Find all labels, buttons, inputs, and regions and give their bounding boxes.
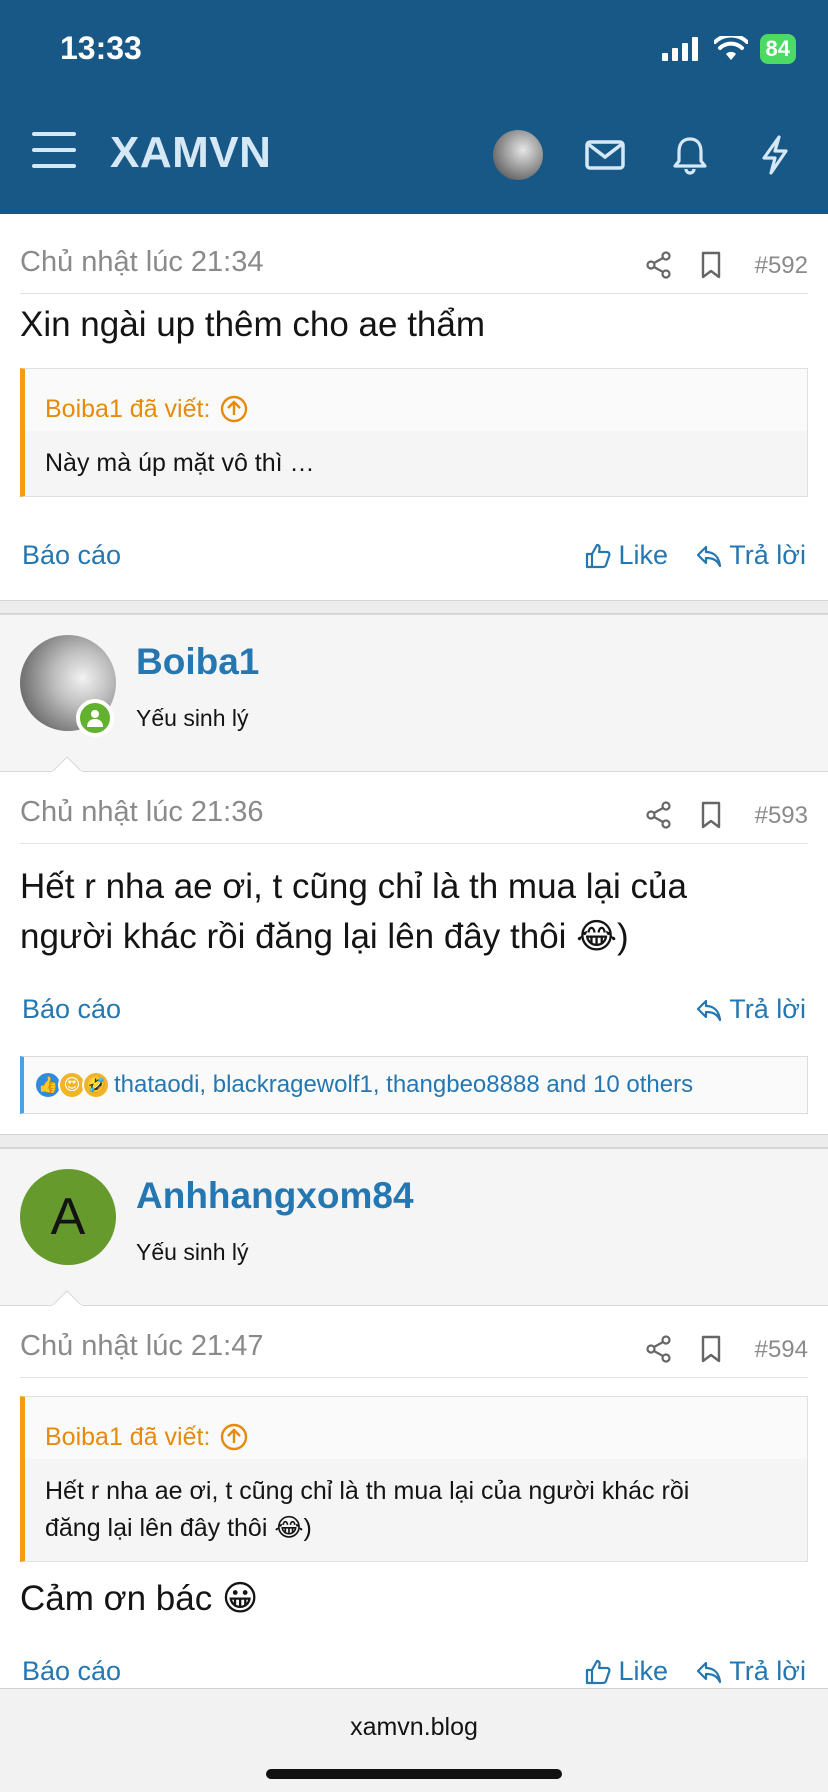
post-number[interactable]: #592	[755, 252, 808, 280]
post-message-line: Hết r nha ae ơi, t cũng chỉ là th mua lạ…	[20, 867, 687, 906]
post-593: Chủ nhật lúc 21:36 #593 Hết r nha ae ơi,…	[0, 772, 828, 1134]
wifi-icon	[713, 36, 748, 60]
share-icon[interactable]	[644, 800, 674, 830]
report-link[interactable]: Báo cáo	[22, 540, 121, 571]
home-indicator[interactable]	[266, 1769, 562, 1779]
post-user-block: Boiba1 Yếu sinh lý	[0, 614, 828, 772]
reactions-text[interactable]: thataodi, blackragewolf1, thangbeo8888 a…	[114, 1071, 693, 1099]
reply-icon	[697, 1661, 722, 1683]
report-link[interactable]: Báo cáo	[22, 1656, 121, 1687]
share-icon[interactable]	[644, 1334, 674, 1364]
haha-reaction-icon: 🤣	[82, 1071, 110, 1099]
quote-text-line: đăng lại lên đây thôi 😂)	[45, 1514, 312, 1542]
app-header: 13:33 84 XAMVN	[0, 0, 828, 214]
battery-indicator: 84	[759, 34, 796, 64]
reactions-bar[interactable]: 👍 😍 🤣 thataodi, blackragewolf1, thangbeo…	[20, 1056, 808, 1114]
post-actions: Báo cáo Trả lời	[22, 994, 806, 1034]
quote-author: Boiba1 đã viết:	[45, 394, 211, 423]
quote-header[interactable]: Boiba1 đã viết:	[25, 1397, 807, 1459]
post-message: Cảm ơn bác 😀	[20, 1579, 259, 1618]
post-meta: Chủ nhật lúc 21:34 #592	[20, 228, 808, 294]
user-avatar[interactable]: A	[20, 1169, 116, 1265]
bookmark-icon[interactable]	[696, 1334, 726, 1364]
thumbs-up-icon	[586, 543, 611, 568]
reply-label: Trả lời	[729, 994, 806, 1024]
user-pointer	[52, 1290, 82, 1306]
reply-button[interactable]: Trả lời	[695, 994, 806, 1025]
username[interactable]: Boiba1	[136, 641, 259, 683]
post-quote: Boiba1 đã viết: Này mà úp mặt vô thì …	[20, 368, 808, 497]
reply-button[interactable]: Trả lời	[695, 1656, 806, 1687]
reply-icon	[697, 999, 722, 1021]
like-label: Like	[618, 540, 668, 570]
post-594: Chủ nhật lúc 21:47 #594 Boiba1 đã viết: …	[0, 1306, 828, 1688]
report-link[interactable]: Báo cáo	[22, 994, 121, 1025]
jump-up-icon[interactable]	[220, 395, 248, 423]
post-divider	[0, 1134, 828, 1148]
post-592: Chủ nhật lúc 21:34 #592 Xin ngài up thêm…	[0, 214, 828, 600]
reply-label: Trả lời	[729, 540, 806, 570]
status-icons: 84	[661, 34, 796, 64]
avatar-initial: A	[50, 1188, 86, 1246]
thumbs-up-icon	[586, 1659, 611, 1684]
site-logo[interactable]: XAMVN	[110, 128, 271, 178]
status-time: 13:33	[60, 30, 142, 66]
signal-icon	[661, 37, 698, 61]
online-status-icon	[76, 699, 114, 737]
like-button[interactable]: Like	[584, 1656, 668, 1687]
quote-text: Này mà úp mặt vô thì …	[45, 449, 315, 477]
menu-button[interactable]	[32, 132, 76, 172]
url-text[interactable]: xamvn.blog	[0, 1713, 828, 1742]
bookmark-icon[interactable]	[696, 800, 726, 830]
like-button[interactable]: Like	[584, 540, 668, 571]
post-quote: Boiba1 đã viết: Hết r nha ae ơi, t cũng …	[20, 1396, 808, 1562]
jump-up-icon[interactable]	[220, 1423, 248, 1451]
inbox-icon[interactable]	[580, 130, 630, 180]
post-divider	[0, 600, 828, 614]
post-message: Hết r nha ae ơi, t cũng chỉ là th mua lạ…	[20, 862, 808, 962]
post-number[interactable]: #594	[755, 1336, 808, 1364]
like-label: Like	[618, 1656, 668, 1686]
post-meta: Chủ nhật lúc 21:36 #593	[20, 778, 808, 844]
bell-icon[interactable]	[665, 130, 715, 180]
reply-label: Trả lời	[729, 1656, 806, 1686]
browser-address-bar[interactable]: xamvn.blog	[0, 1688, 828, 1792]
user-title: Yếu sinh lý	[136, 705, 249, 731]
post-message: Xin ngài up thêm cho ae thẩm	[20, 305, 486, 344]
reply-button[interactable]: Trả lời	[695, 540, 806, 571]
post-number[interactable]: #593	[755, 802, 808, 830]
quote-text: Hết r nha ae ơi, t cũng chỉ là th mua lạ…	[25, 1459, 807, 1561]
whats-new-bolt-icon[interactable]	[750, 130, 800, 180]
user-pointer	[52, 756, 82, 772]
account-avatar[interactable]	[493, 130, 543, 180]
post-date[interactable]: Chủ nhật lúc 21:47	[20, 1330, 263, 1363]
quote-text-line: Hết r nha ae ơi, t cũng chỉ là th mua lạ…	[45, 1477, 690, 1505]
post-date[interactable]: Chủ nhật lúc 21:36	[20, 796, 263, 829]
post-user-block: A Anhhangxom84 Yếu sinh lý	[0, 1148, 828, 1306]
post-date[interactable]: Chủ nhật lúc 21:34	[20, 246, 263, 279]
post-actions: Báo cáo Like Trả lời	[22, 540, 806, 580]
bookmark-icon[interactable]	[696, 250, 726, 280]
reaction-icons: 👍 😍 🤣	[34, 1071, 110, 1099]
share-icon[interactable]	[644, 250, 674, 280]
reply-icon	[697, 545, 722, 567]
post-meta: Chủ nhật lúc 21:47 #594	[20, 1312, 808, 1378]
quote-author: Boiba1 đã viết:	[45, 1422, 211, 1451]
post-message-line: người khác rồi đăng lại lên đây thôi 😂)	[20, 917, 629, 956]
username[interactable]: Anhhangxom84	[136, 1175, 414, 1217]
user-title: Yếu sinh lý	[136, 1239, 249, 1265]
quote-header[interactable]: Boiba1 đã viết:	[25, 369, 807, 431]
